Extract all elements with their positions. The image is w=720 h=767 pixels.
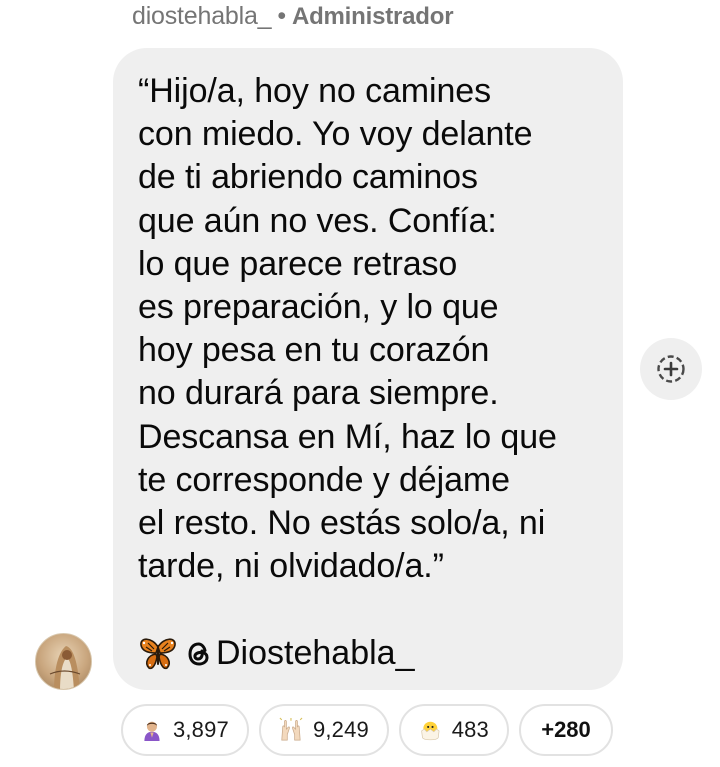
sender-role: Administrador — [291, 3, 454, 30]
reaction-pill[interactable]: 3,897 — [121, 704, 249, 756]
reaction-count: 483 — [451, 717, 489, 742]
signature-handle: Diostehabla_ — [216, 634, 415, 673]
reaction-count: 3,897 — [172, 717, 229, 742]
more-reactions-button[interactable]: +280 — [519, 704, 613, 756]
avatar-image — [49, 646, 81, 689]
message-line: “Hijo/a, hoy no camines — [138, 72, 491, 110]
message-line: el resto. No estás solo/a, ni — [138, 504, 546, 543]
message-line: con miedo. Yo voy delante — [138, 115, 533, 154]
more-reactions-count: +280 — [541, 717, 591, 742]
message-line: Descansa en Mí, haz lo que — [138, 417, 557, 456]
reaction-pill[interactable]: 9,249 — [259, 704, 389, 756]
threads-icon — [188, 642, 209, 666]
message-line: te corresponde y déjame — [138, 460, 510, 499]
message-bubble[interactable]: “Hijo/a, hoy no camines con miedo. Yo vo… — [113, 48, 623, 690]
butterfly-icon — [140, 638, 176, 670]
reaction-count: 9,249 — [312, 717, 369, 742]
message-line: lo que parece retraso — [138, 244, 458, 283]
message-line: de ti abriendo caminos — [138, 158, 478, 197]
message-line: que aún no ves. Confía: — [138, 201, 497, 240]
sender-name[interactable]: diostehabla_ — [132, 2, 272, 30]
avatar[interactable] — [35, 633, 92, 690]
add-reaction-button[interactable] — [640, 338, 702, 400]
message-line: tarde, ni olvidado/a.” — [138, 547, 444, 586]
hatching-chick-emoji — [421, 721, 440, 741]
message-line: hoy pesa en tu corazón — [138, 331, 490, 370]
add-reaction-icon — [657, 355, 685, 383]
message-line: no durará para siempre. — [138, 374, 499, 413]
raised-hands-emoji — [279, 717, 303, 741]
message-header: diostehabla_ • Administrador — [132, 2, 454, 31]
header-separator: • — [277, 2, 286, 30]
reaction-pill[interactable]: 483 — [399, 704, 509, 756]
message-signature: Diostehabla_ — [138, 632, 603, 675]
person-praying-emoji — [144, 721, 160, 741]
message-line: es preparación, y lo que — [138, 288, 499, 327]
reactions-bar: 3,897 9,249 483 +280 — [121, 704, 613, 756]
